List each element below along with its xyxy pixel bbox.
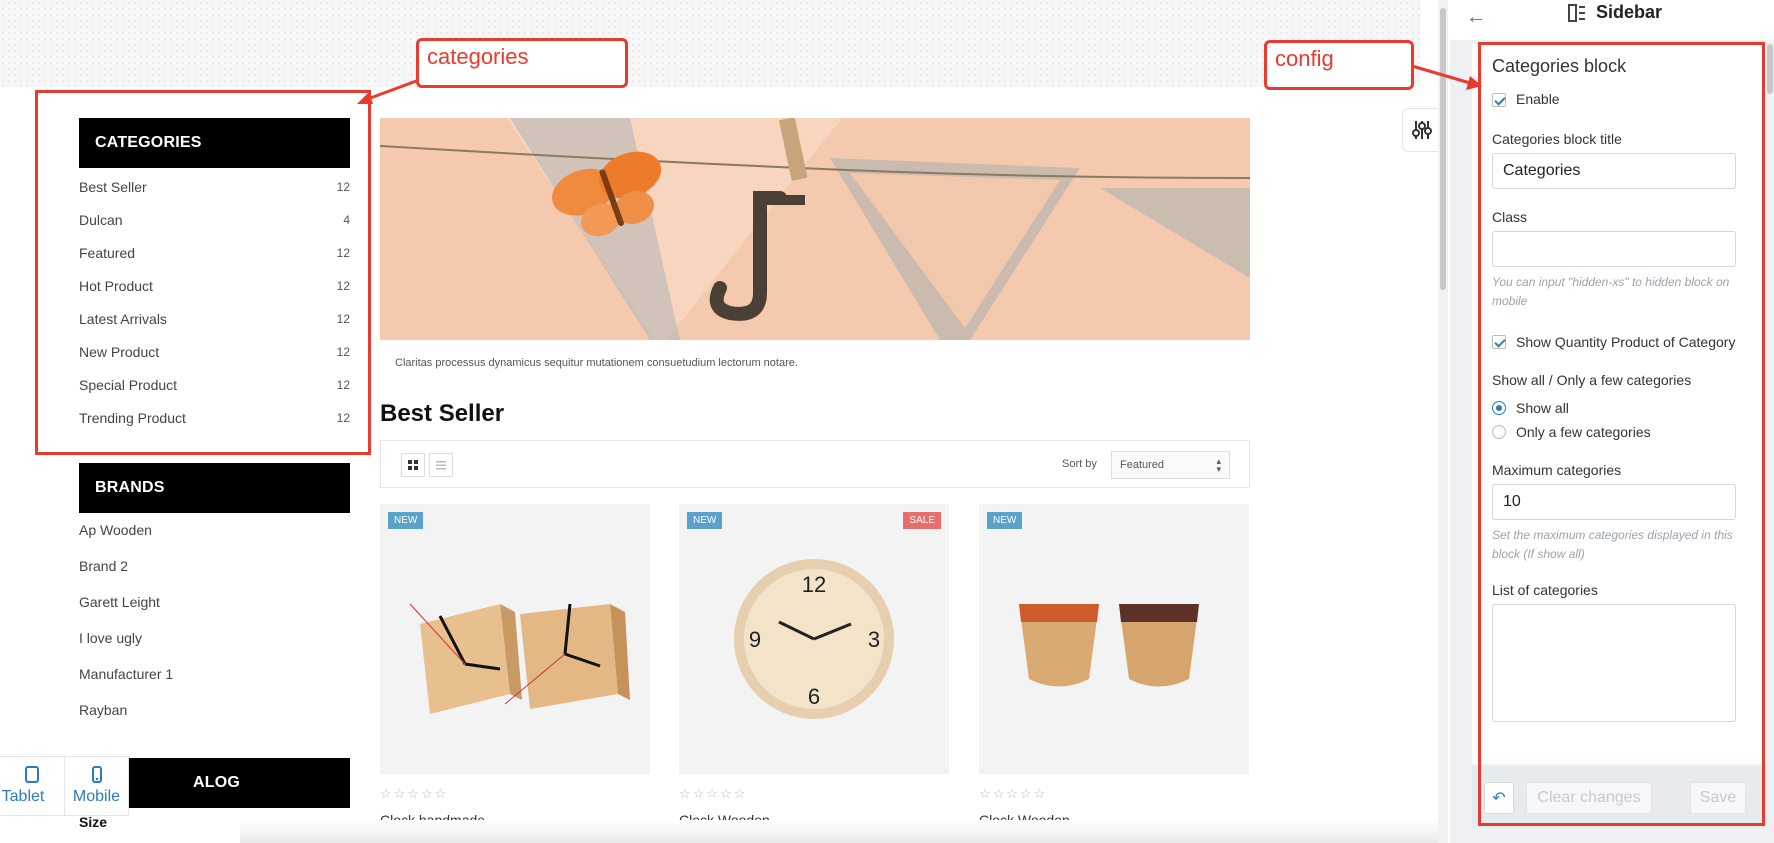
sliders-icon (1411, 121, 1432, 139)
sort-select[interactable]: Featured ▴ ▾ (1111, 451, 1230, 479)
product-image[interactable]: NEW SALE 12 3 6 9 (679, 504, 949, 774)
list-view-button[interactable] (429, 453, 453, 477)
product-toolbar: Sort by Featured ▴ ▾ (380, 440, 1250, 488)
config-annotation-box (1478, 42, 1765, 826)
tablet-device-button[interactable]: Tablet (0, 757, 64, 815)
preview-scrollbar[interactable] (1438, 0, 1448, 843)
svg-text:3: 3 (868, 627, 880, 652)
select-arrows-icon: ▴ ▾ (1216, 456, 1221, 474)
section-title: Best Seller (380, 400, 505, 427)
banner-caption: Claritas processus dynamicus sequitur mu… (395, 357, 798, 369)
config-annotation-arrow (1411, 64, 1482, 90)
back-arrow-icon[interactable]: ← (1466, 6, 1486, 29)
panel-scrollbar[interactable] (1766, 40, 1774, 764)
product-card[interactable]: NEW SALE 12 3 6 9 ☆☆☆☆☆ Clock Wooden (679, 504, 949, 828)
svg-text:12: 12 (802, 572, 826, 597)
brand-item[interactable]: Garett Leight (79, 584, 350, 620)
tablet-icon (25, 766, 39, 783)
product-card[interactable]: NEW ☆☆☆☆☆ Clock handmade (380, 504, 650, 828)
svg-text:9: 9 (749, 627, 761, 652)
device-switcher: Tablet Mobile (0, 756, 129, 816)
categories-annotation-box (35, 90, 371, 455)
hero-banner (380, 118, 1250, 340)
grid-view-button[interactable] (401, 453, 425, 477)
svg-text:6: 6 (808, 684, 820, 709)
rating-stars-icon: ☆☆☆☆☆ (679, 786, 748, 801)
panel-scroll-thumb[interactable] (1767, 44, 1773, 94)
categories-annotation-label: categories (416, 38, 628, 88)
rating-stars-icon: ☆☆☆☆☆ (979, 786, 1048, 801)
grid-icon (408, 460, 418, 470)
settings-toggle-button[interactable] (1402, 108, 1440, 152)
mobile-label: Mobile (72, 788, 121, 805)
sort-value: Featured (1120, 459, 1165, 471)
header-pattern (0, 0, 1420, 87)
clock-wooden-image: 12 3 6 9 (734, 559, 894, 719)
brand-item[interactable]: Manufacturer 1 (79, 656, 350, 692)
product-image[interactable]: NEW (380, 504, 650, 774)
config-annotation-label: config (1264, 40, 1414, 90)
categories-annotation-arrow (357, 78, 420, 104)
brand-item[interactable]: Rayban (79, 692, 350, 728)
banner-image (380, 118, 1250, 340)
product-image[interactable]: NEW (979, 504, 1249, 774)
brand-item[interactable]: I love ugly (79, 620, 350, 656)
brand-item[interactable]: Brand 2 (79, 548, 350, 584)
tablet-label: Tablet (1, 788, 45, 805)
mobile-icon (91, 766, 102, 783)
rating-stars-icon: ☆☆☆☆☆ (380, 786, 449, 801)
panel-title-group: Sidebar (1568, 2, 1662, 23)
brands-list: Ap Wooden Brand 2 Garett Leight I love u… (79, 512, 350, 728)
brand-item[interactable]: Ap Wooden (79, 512, 350, 548)
panel-title: Sidebar (1596, 2, 1663, 22)
brands-heading-text: BRANDS (95, 479, 165, 496)
size-filter-label: Size (79, 814, 108, 830)
sidebar-layout-icon (1568, 3, 1585, 22)
brands-heading: BRANDS (79, 463, 350, 513)
mobile-device-button[interactable]: Mobile (64, 757, 128, 815)
list-icon (436, 461, 446, 470)
panel-header: ← Sidebar (1450, 0, 1774, 40)
preview-scroll-thumb[interactable] (1440, 8, 1446, 290)
bottom-shadow (240, 820, 1440, 843)
sort-label: Sort by (1062, 458, 1097, 470)
wooden-cups-image (1019, 604, 1199, 687)
clock-handmade-image (409, 603, 630, 714)
product-card[interactable]: NEW ☆☆☆☆☆ Clock Wooden (979, 504, 1249, 828)
